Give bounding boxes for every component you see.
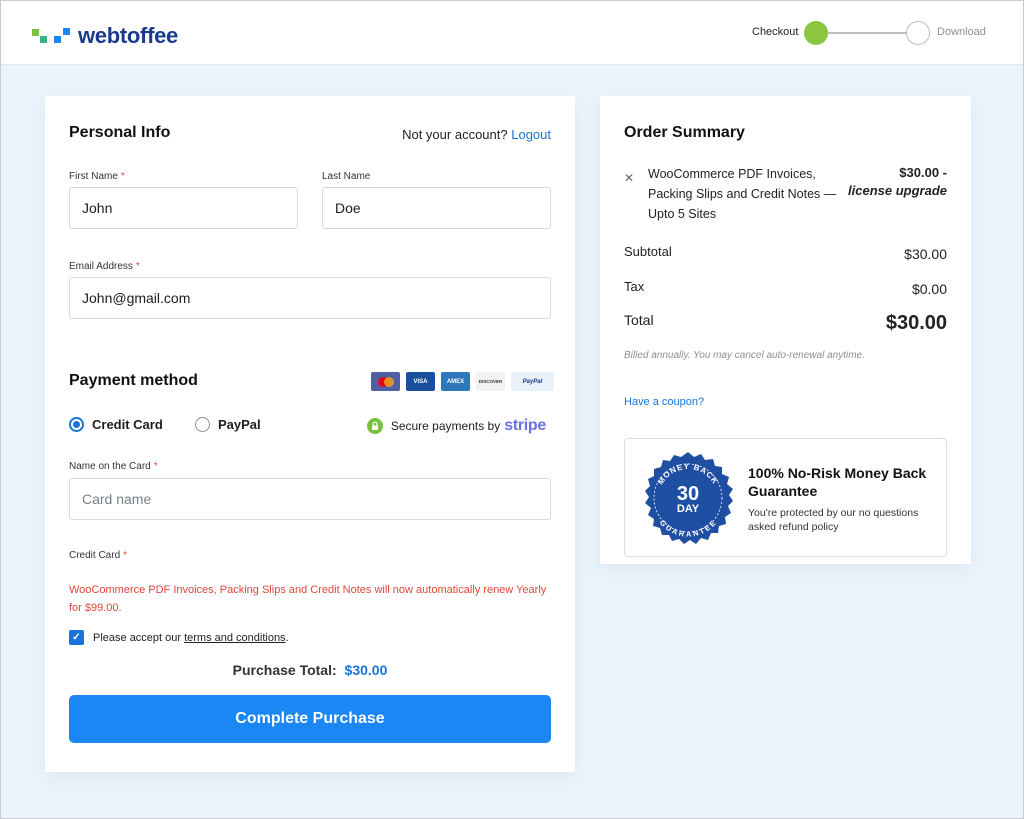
order-item-name: WooCommerce PDF Invoices, Packing Slips … xyxy=(648,167,837,221)
radio-selected-icon[interactable] xyxy=(69,417,84,432)
first-name-input[interactable]: John xyxy=(69,187,298,229)
svg-text:DAY: DAY xyxy=(677,503,700,515)
paypal-icon: PayPal xyxy=(511,372,554,391)
visa-icon: VISA xyxy=(406,372,435,391)
accepted-cards: VISA AMEX DISCOVER PayPal xyxy=(371,372,554,391)
last-name-input[interactable]: Doe xyxy=(322,187,551,229)
purchase-total-value: $30.00 xyxy=(344,662,388,678)
logo-text: webtoffee xyxy=(78,23,178,48)
auto-renew-notice: WooCommerce PDF Invoices, Packing Slips … xyxy=(69,584,547,614)
mastercard-icon xyxy=(371,372,400,391)
radio-unselected-icon[interactable] xyxy=(195,417,210,432)
svg-text:30: 30 xyxy=(677,483,699,505)
checkout-steps: Checkout Download xyxy=(752,20,992,46)
card-name-label: Name on the Card * xyxy=(69,461,158,472)
logo[interactable]: webtoffee xyxy=(32,23,178,49)
first-name-label: First Name * xyxy=(69,171,125,182)
purchase-total: Purchase Total: $30.00 xyxy=(232,662,388,678)
billing-note: Billed annually. You may cancel auto-ren… xyxy=(624,350,865,361)
guarantee-subtitle: You're protected by our no questions ask… xyxy=(748,507,919,533)
payment-method-title: Payment method xyxy=(69,372,198,389)
amex-icon: AMEX xyxy=(441,372,470,391)
total-row: Total $30.00 xyxy=(624,312,947,334)
coupon-link[interactable]: Have a coupon? xyxy=(624,396,704,408)
guarantee-title: 100% No-Risk Money Back Guarantee xyxy=(748,465,927,499)
terms-link[interactable]: terms and conditions xyxy=(184,632,286,644)
card-name-input[interactable]: Card name xyxy=(69,478,551,520)
payment-option-credit-card[interactable]: Credit Card xyxy=(69,417,163,432)
lock-icon xyxy=(366,418,383,434)
secure-payments: Secure payments by stripe xyxy=(366,417,546,435)
stripe-logo: stripe xyxy=(504,417,546,434)
subtotal-row: Subtotal $30.00 xyxy=(624,244,947,262)
step-download-dot xyxy=(906,21,930,45)
complete-purchase-button[interactable]: Complete Purchase xyxy=(69,695,551,743)
step-download-label: Download xyxy=(937,26,986,38)
step-checkout-label: Checkout xyxy=(752,26,799,38)
payment-option-paypal[interactable]: PayPal xyxy=(195,417,261,432)
close-icon[interactable]: ✕ xyxy=(624,171,634,185)
logo-icon xyxy=(32,26,74,46)
header: webtoffee Checkout Download xyxy=(1,1,1023,65)
email-label: Email Address * xyxy=(69,261,140,272)
personal-info-title: Personal Info xyxy=(69,124,171,141)
step-checkout-dot xyxy=(804,21,828,45)
order-summary-card: Order Summary ✕ WooCommerce PDF Invoices… xyxy=(600,96,971,564)
order-item-price: $30.00 - license upgrade xyxy=(848,165,947,198)
money-back-badge-icon: MONEY BACK GUARANTEE 30 DAY xyxy=(645,452,733,544)
guarantee-box: MONEY BACK GUARANTEE 30 DAY 100% No-Risk… xyxy=(624,438,947,557)
checkbox-checked-icon[interactable]: ✓ xyxy=(69,630,84,645)
tax-row: Tax $0.00 xyxy=(624,279,947,297)
terms-checkbox-row[interactable]: ✓ Please accept our terms and conditions… xyxy=(69,630,289,645)
logout-link[interactable]: Logout xyxy=(511,127,551,142)
discover-icon: DISCOVER xyxy=(476,372,505,391)
checkout-form-card: Personal Info Not your account? Logout F… xyxy=(45,96,575,772)
account-prompt: Not your account? Logout xyxy=(402,127,551,142)
email-input[interactable]: John@gmail.com xyxy=(69,277,551,319)
order-summary-title: Order Summary xyxy=(624,124,745,141)
last-name-label: Last Name xyxy=(322,171,371,182)
credit-card-label: Credit Card * xyxy=(69,550,128,561)
